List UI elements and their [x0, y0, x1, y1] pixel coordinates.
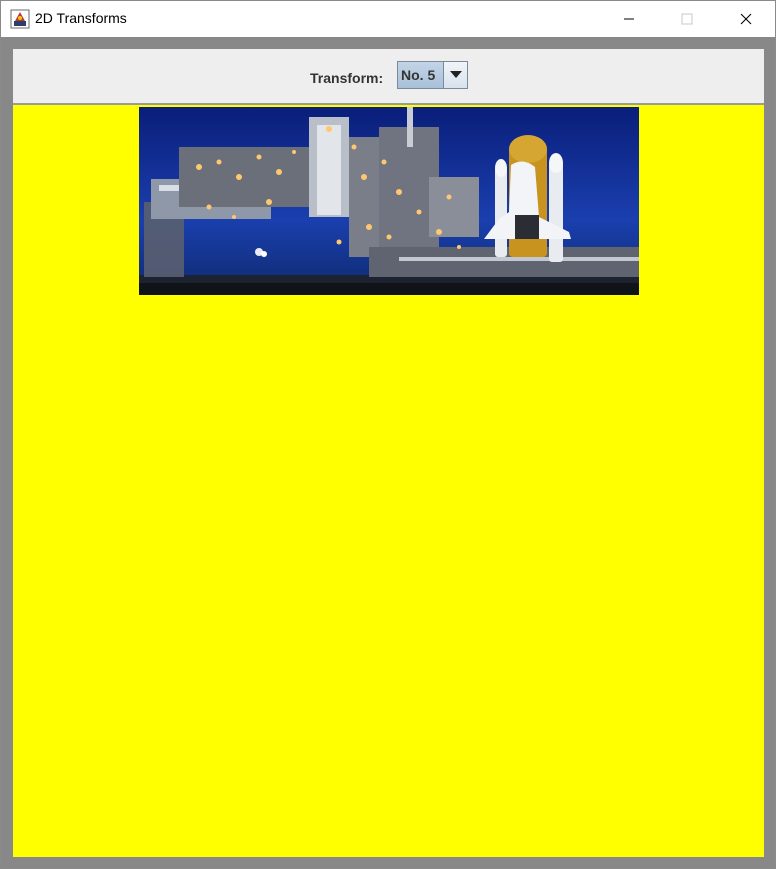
- toolbar: Transform: No. 5: [13, 49, 764, 105]
- close-icon: [740, 13, 752, 25]
- title-bar[interactable]: 2D Transforms: [1, 1, 775, 37]
- drawing-canvas: [13, 105, 764, 857]
- content-pane: Transform: No. 5: [13, 49, 764, 857]
- maximize-icon: [681, 13, 693, 25]
- maximize-button[interactable]: [658, 1, 716, 37]
- minimize-button[interactable]: [600, 1, 658, 37]
- close-button[interactable]: [717, 1, 775, 37]
- transform-select-value: No. 5: [398, 62, 444, 88]
- app-window: 2D Transforms Transform: No. 5: [0, 0, 776, 869]
- minimize-icon: [624, 18, 634, 20]
- space-shuttle-launch-pad-photo: [139, 107, 639, 295]
- transform-select[interactable]: No. 5: [397, 61, 468, 89]
- transform-label: Transform:: [310, 70, 384, 86]
- window-title: 2D Transforms: [35, 10, 127, 26]
- chevron-down-icon: [449, 71, 462, 78]
- java-app-icon: [10, 9, 30, 29]
- transform-select-arrow-button[interactable]: [444, 62, 467, 88]
